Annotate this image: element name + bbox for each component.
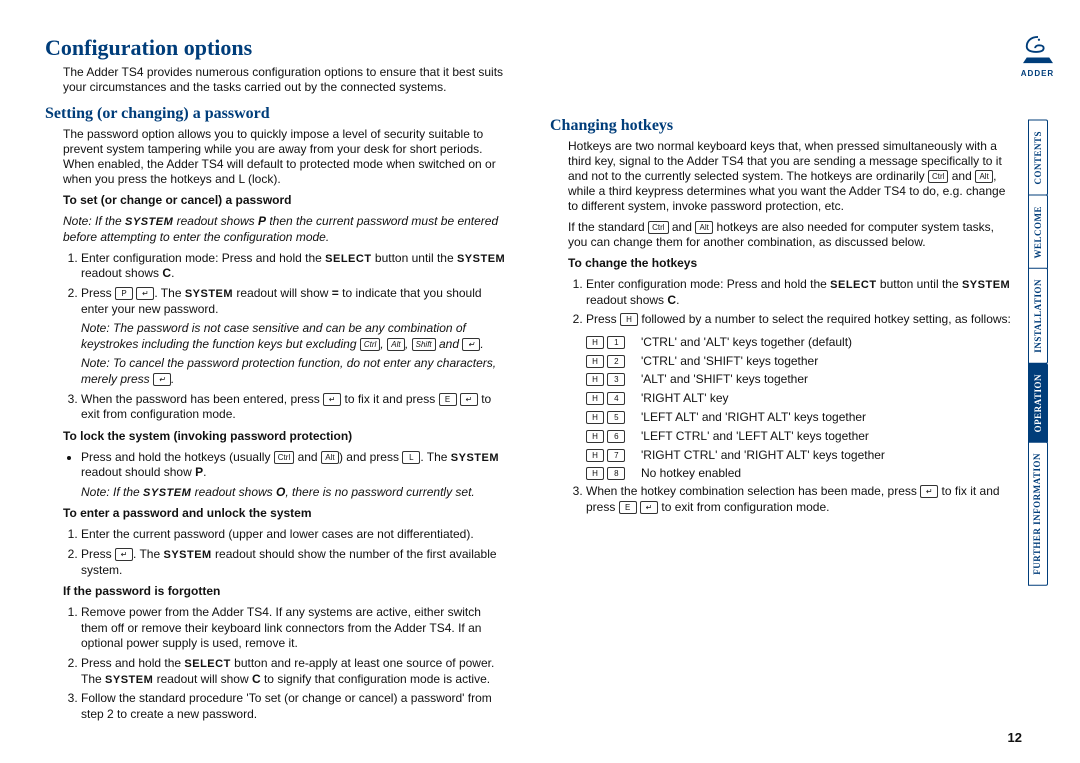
forgot-step-1: Remove power from the Adder TS4. If any …: [81, 605, 510, 652]
key-num: 8: [607, 467, 625, 480]
enter-step-2: Press ↵. The SYSTEM readout should show …: [81, 547, 510, 578]
set-step-1: Enter configuration mode: Press and hold…: [81, 251, 510, 282]
key-num: 2: [607, 355, 625, 368]
set-note-3: Note: To cancel the password protection …: [81, 356, 510, 387]
set-note-2: Note: The password is not case sensitive…: [81, 321, 510, 352]
set-password-steps: Enter configuration mode: Press and hold…: [63, 251, 510, 423]
page-number: 12: [1008, 730, 1022, 745]
key-p: P: [115, 287, 133, 300]
forgot-step-3: Follow the standard procedure 'To set (o…: [81, 691, 510, 722]
set-password-note: Note: If the SYSTEM readout shows P then…: [63, 214, 510, 245]
nav-tab[interactable]: FURTHER INFORMATION: [1028, 442, 1048, 586]
hotkeys-intro-2: If the standard Ctrl and Alt hotkeys are…: [568, 220, 1015, 250]
sidebar: ADDER CONTENTSWELCOMEINSTALLATIONOPERATI…: [1015, 35, 1060, 748]
hotkey-option-label: 'LEFT CTRL' and 'LEFT ALT' keys together: [641, 428, 869, 445]
key-h: H: [586, 449, 604, 462]
hotkey-options-list: H 1 'CTRL' and 'ALT' keys together (defau…: [550, 334, 1015, 482]
change-step-1: Enter configuration mode: Press and hold…: [586, 277, 1015, 308]
lock-steps: Press and hold the hotkeys (usually Ctrl…: [63, 450, 510, 501]
nav-tab[interactable]: WELCOME: [1028, 195, 1048, 270]
nav-tab[interactable]: OPERATION: [1028, 363, 1048, 443]
enter-steps: Enter the current password (upper and lo…: [63, 527, 510, 578]
nav-tabs: CONTENTSWELCOMEINSTALLATIONOPERATIONFURT…: [1028, 120, 1048, 585]
set-step-2: Press P ↵. The SYSTEM readout will show …: [81, 286, 510, 388]
key-num: 4: [607, 392, 625, 405]
enter-heading: To enter a password and unlock the syste…: [63, 506, 510, 521]
hotkey-option-label: 'CTRL' and 'SHIFT' keys together: [641, 353, 818, 370]
password-heading: Setting (or changing) a password: [45, 105, 510, 123]
hotkey-option-row: H 5 'LEFT ALT' and 'RIGHT ALT' keys toget…: [586, 409, 1015, 426]
key-h: H: [586, 430, 604, 443]
brand-logo: ADDER: [1018, 35, 1058, 75]
snake-icon: [1019, 35, 1057, 65]
lock-heading: To lock the system (invoking password pr…: [63, 429, 510, 444]
hotkey-option-label: 'RIGHT ALT' key: [641, 390, 729, 407]
key-num: 1: [607, 336, 625, 349]
hotkey-option-label: No hotkey enabled: [641, 465, 741, 482]
hotkeys-heading: Changing hotkeys: [550, 117, 1015, 135]
lock-note: Note: If the SYSTEM readout shows O, the…: [81, 485, 510, 501]
set-step-3: When the password has been entered, pres…: [81, 392, 510, 423]
forgot-heading: If the password is forgotten: [63, 584, 510, 599]
hotkey-option-row: H 7 'RIGHT CTRL' and 'RIGHT ALT' keys tog…: [586, 447, 1015, 464]
change-step-3: When the hotkey combination selection ha…: [586, 484, 1015, 515]
nav-tab[interactable]: CONTENTS: [1028, 120, 1048, 196]
key-h: H: [586, 336, 604, 349]
hotkey-option-label: 'LEFT ALT' and 'RIGHT ALT' keys together: [641, 409, 866, 426]
key-num: 5: [607, 411, 625, 424]
hotkey-option-row: H 2 'CTRL' and 'SHIFT' keys together: [586, 353, 1015, 370]
nav-tab[interactable]: INSTALLATION: [1028, 268, 1048, 364]
change-hotkeys-steps: Enter configuration mode: Press and hold…: [568, 277, 1015, 328]
hotkey-option-label: 'ALT' and 'SHIFT' keys together: [641, 371, 808, 388]
hotkey-option-row: H 6 'LEFT CTRL' and 'LEFT ALT' keys toget…: [586, 428, 1015, 445]
key-h: H: [586, 467, 604, 480]
hotkey-option-row: H 3 'ALT' and 'SHIFT' keys together: [586, 371, 1015, 388]
key-h: H: [586, 411, 604, 424]
lock-bullet: Press and hold the hotkeys (usually Ctrl…: [81, 450, 510, 501]
change-hotkeys-steps-cont: When the hotkey combination selection ha…: [568, 484, 1015, 515]
enter-step-1: Enter the current password (upper and lo…: [81, 527, 510, 543]
hotkey-option-label: 'RIGHT CTRL' and 'RIGHT ALT' keys togeth…: [641, 447, 885, 464]
key-num: 6: [607, 430, 625, 443]
change-step-2: Press H followed by a number to select t…: [586, 312, 1015, 328]
key-h: H: [586, 355, 604, 368]
page-title: Configuration options: [45, 35, 510, 61]
key-h: H: [586, 373, 604, 386]
intro-text: The Adder TS4 provides numerous configur…: [63, 65, 510, 95]
left-column: Configuration options The Adder TS4 prov…: [45, 35, 510, 748]
hotkey-option-row: H 8 No hotkey enabled: [586, 465, 1015, 482]
set-password-heading: To set (or change or cancel) a password: [63, 193, 510, 208]
hotkey-option-row: H 1 'CTRL' and 'ALT' keys together (defau…: [586, 334, 1015, 351]
key-num: 3: [607, 373, 625, 386]
key-enter: ↵: [136, 287, 154, 300]
key-h: H: [586, 392, 604, 405]
change-hotkeys-heading: To change the hotkeys: [568, 256, 1015, 271]
key-num: 7: [607, 449, 625, 462]
right-column: Changing hotkeys Hotkeys are two normal …: [550, 35, 1015, 748]
hotkey-option-label: 'CTRL' and 'ALT' keys together (default): [641, 334, 852, 351]
hotkey-option-row: H 4 'RIGHT ALT' key: [586, 390, 1015, 407]
forgot-steps: Remove power from the Adder TS4. If any …: [63, 605, 510, 722]
hotkeys-intro: Hotkeys are two normal keyboard keys tha…: [568, 139, 1015, 214]
forgot-step-2: Press and hold the SELECT button and re-…: [81, 656, 510, 687]
password-intro: The password option allows you to quickl…: [63, 127, 510, 187]
